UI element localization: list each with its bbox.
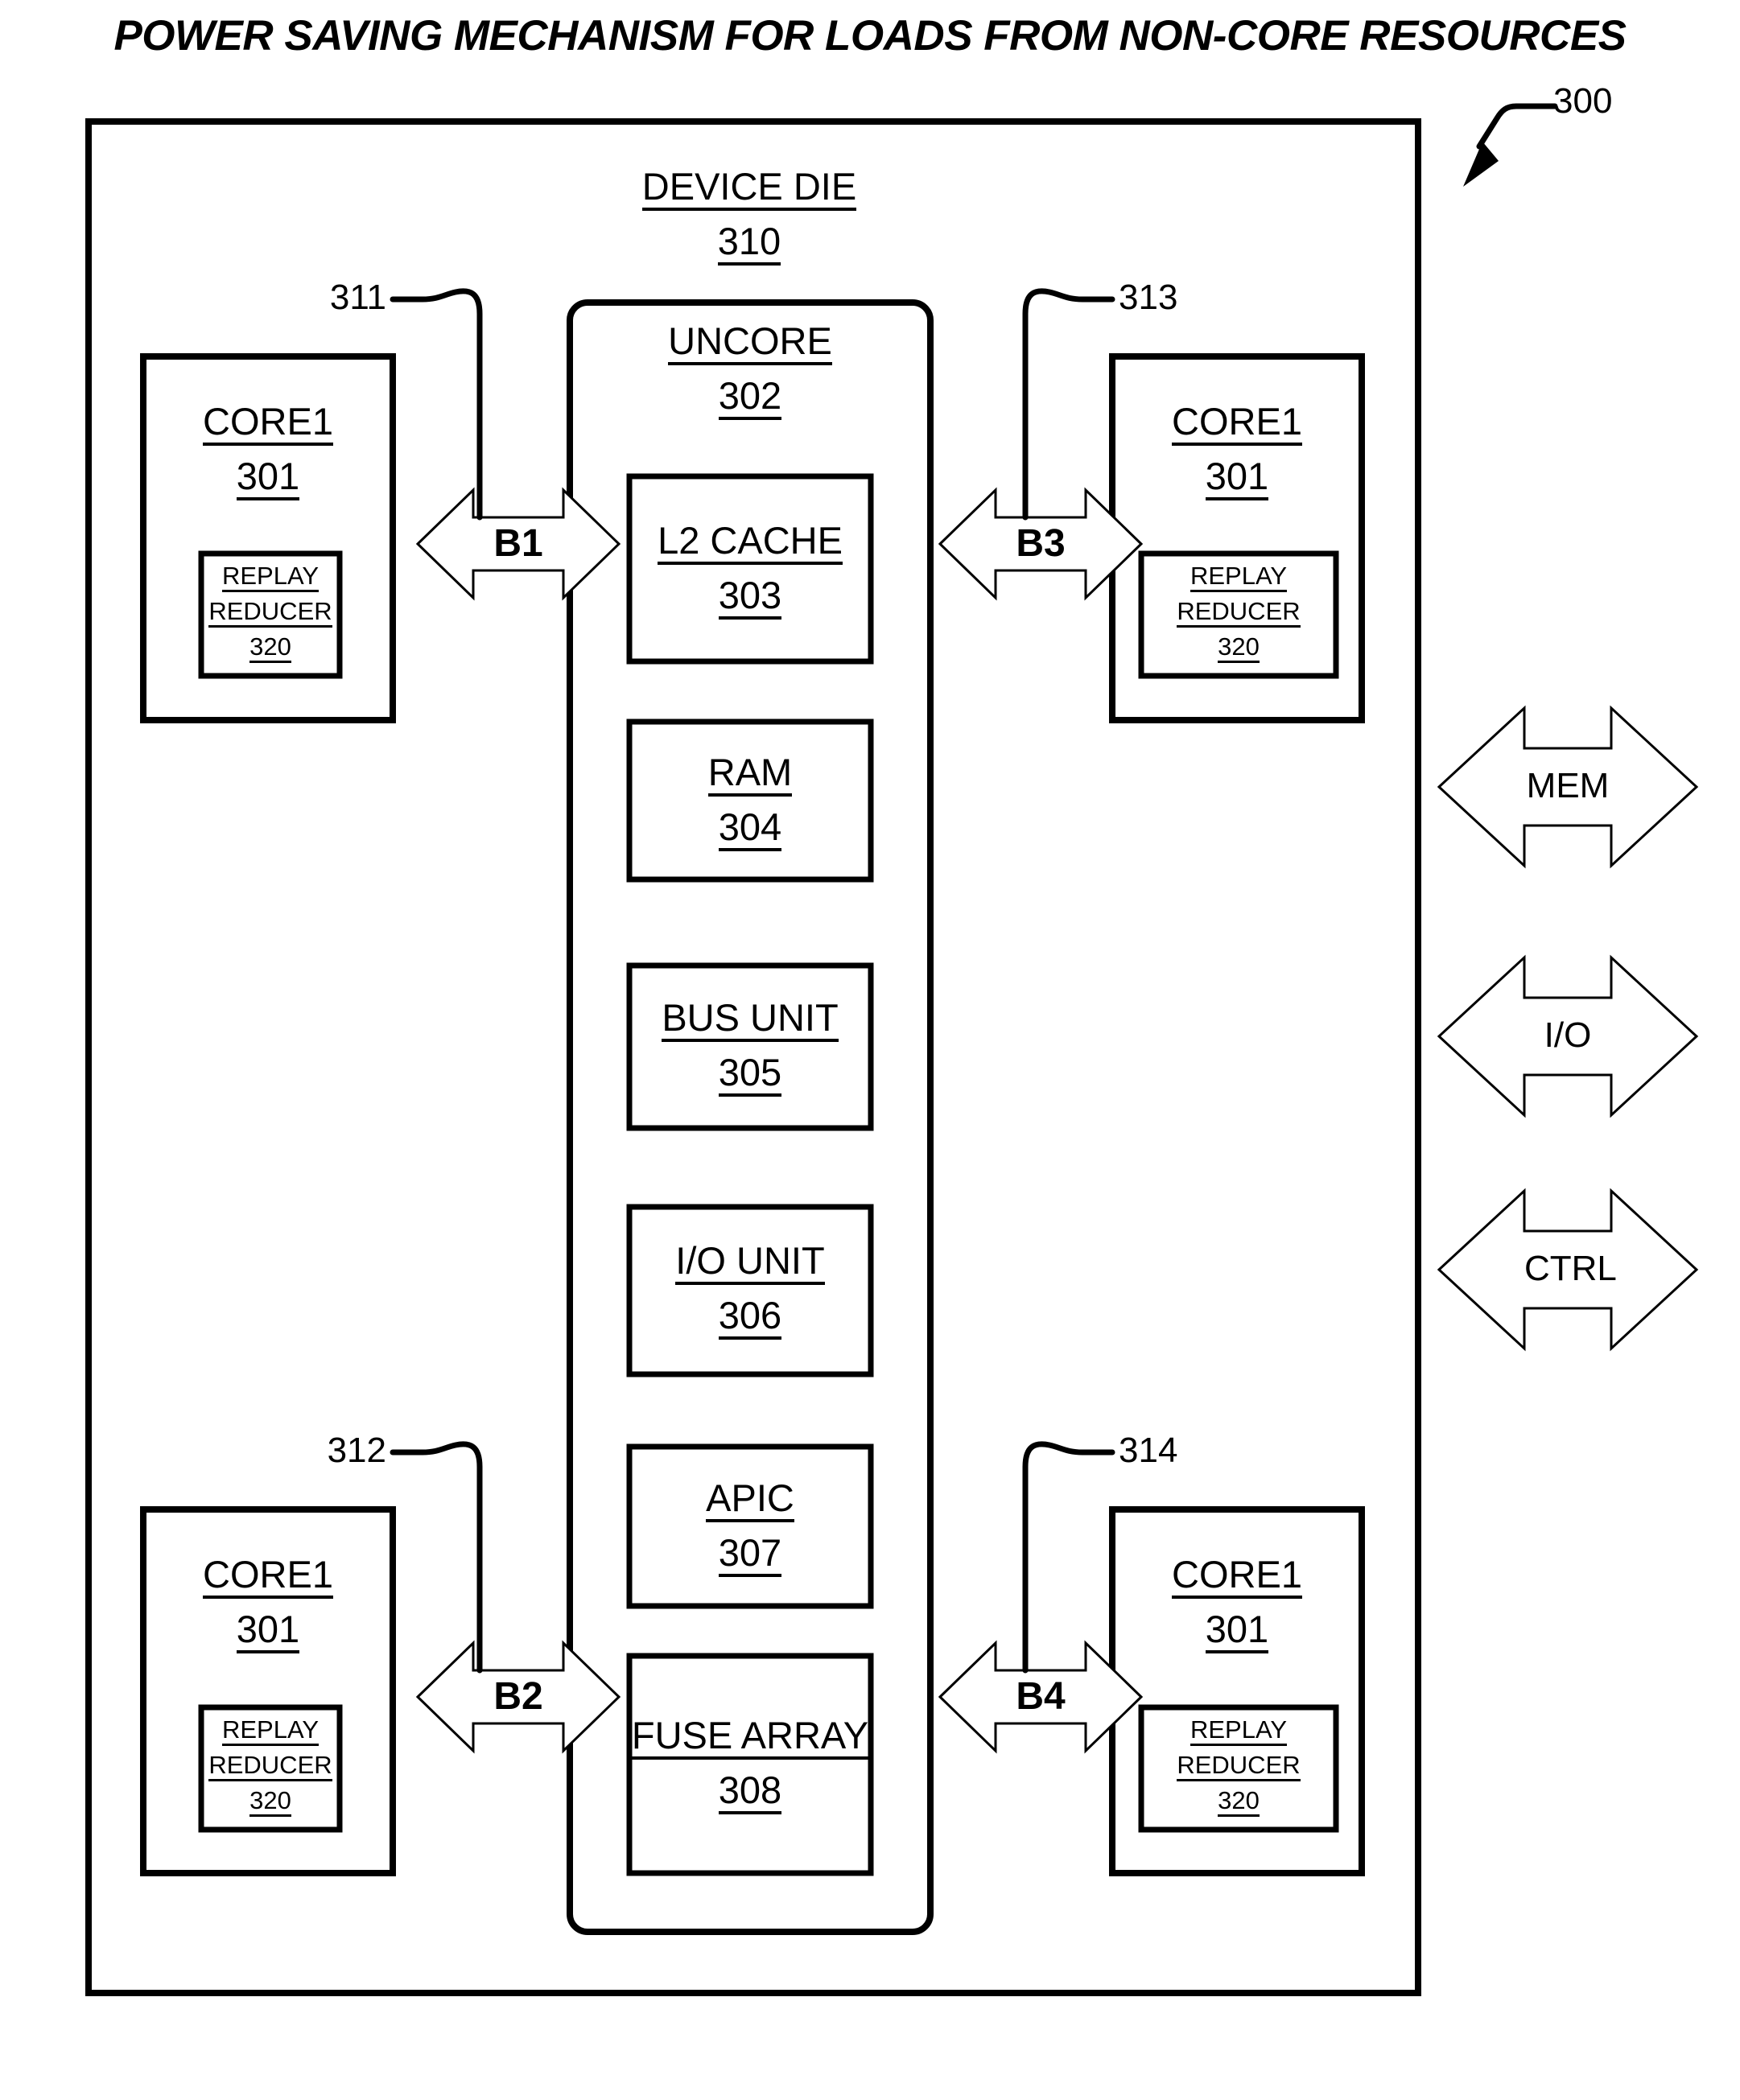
- bus-unit-label-group: BUS UNIT 305: [629, 999, 871, 1097]
- replay-line2-bottom-right: REDUCER: [1177, 1752, 1301, 1781]
- device-die-label: DEVICE DIE: [641, 167, 857, 211]
- bus-ref-312: 312: [327, 1431, 386, 1470]
- replay-reducer-text-bottom-right: REPLAY REDUCER 320: [1141, 1717, 1336, 1817]
- bus-label-b3: B3: [1016, 522, 1066, 565]
- l2-cache-label: L2 CACHE: [658, 521, 843, 565]
- bus-label-b4: B4: [1016, 1675, 1066, 1718]
- ref-leader-314: [1022, 1441, 1115, 1674]
- l2-cache-ref: 303: [718, 576, 782, 620]
- l2-cache-label-group: L2 CACHE 303: [629, 521, 871, 620]
- core-label-bottom-right: CORE1: [1172, 1555, 1302, 1599]
- bus-unit-ref: 305: [718, 1053, 782, 1097]
- core-label-bottom-left: CORE1: [203, 1555, 333, 1599]
- core-ref-bottom-left: 301: [236, 1610, 300, 1653]
- uncore-ref: 302: [718, 377, 782, 420]
- replay-line2-top-left: REDUCER: [208, 599, 332, 628]
- replay-reducer-text-bottom-left: REPLAY REDUCER 320: [201, 1717, 340, 1817]
- apic-label-group: APIC 307: [629, 1479, 871, 1577]
- ref-leader-312: [390, 1441, 483, 1674]
- replay-line1-bottom-left: REPLAY: [221, 1717, 320, 1746]
- bus-label-b2: B2: [493, 1675, 543, 1718]
- external-label-ctrl: CTRL: [1524, 1249, 1617, 1288]
- apic-label: APIC: [706, 1479, 794, 1522]
- replay-ref-top-left: 320: [249, 634, 291, 663]
- io-unit-label-group: I/O UNIT 306: [629, 1241, 871, 1340]
- apic-ref: 307: [718, 1534, 782, 1577]
- io-unit-ref: 306: [718, 1296, 782, 1340]
- core-header-top-right: CORE1 301: [1112, 402, 1362, 500]
- replay-ref-bottom-right: 320: [1218, 1788, 1260, 1817]
- device-die-header: DEVICE DIE 310: [548, 167, 950, 266]
- core-label-top-left: CORE1: [203, 402, 333, 446]
- external-label-io: I/O: [1544, 1015, 1592, 1055]
- figure-ref-300-leader: [1463, 103, 1558, 187]
- io-unit-label: I/O UNIT: [675, 1241, 825, 1285]
- replay-reducer-text-top-left: REPLAY REDUCER 320: [201, 563, 340, 663]
- core-label-top-right: CORE1: [1172, 402, 1302, 446]
- bus-unit-label: BUS UNIT: [662, 999, 839, 1042]
- ram-label-group: RAM 304: [629, 753, 871, 851]
- core-ref-bottom-right: 301: [1205, 1610, 1269, 1653]
- ref-leader-311: [390, 288, 483, 521]
- replay-line1-top-right: REPLAY: [1190, 563, 1288, 592]
- uncore-label: UNCORE: [668, 322, 832, 365]
- bus-ref-311: 311: [329, 278, 386, 317]
- fuse-array-label: FUSE ARRAY: [631, 1716, 869, 1760]
- ram-ref: 304: [718, 808, 782, 851]
- bus-ref-314: 314: [1119, 1431, 1178, 1470]
- replay-line1-top-left: REPLAY: [221, 563, 320, 592]
- fuse-array-label-group: FUSE ARRAY 308: [617, 1716, 883, 1814]
- core-header-top-left: CORE1 301: [143, 402, 393, 500]
- bus-label-b1: B1: [493, 522, 543, 565]
- core-ref-top-left: 301: [236, 457, 300, 500]
- ram-label: RAM: [707, 753, 793, 797]
- replay-line2-top-right: REDUCER: [1177, 599, 1301, 628]
- external-label-mem: MEM: [1526, 766, 1610, 805]
- uncore-header: UNCORE 302: [589, 322, 911, 420]
- replay-line2-bottom-left: REDUCER: [208, 1752, 332, 1781]
- device-die-ref: 310: [717, 222, 781, 266]
- ref-leader-313: [1022, 288, 1115, 521]
- core-ref-top-right: 301: [1205, 457, 1269, 500]
- replay-reducer-text-top-right: REPLAY REDUCER 320: [1141, 563, 1336, 663]
- replay-ref-top-right: 320: [1218, 634, 1260, 663]
- core-header-bottom-left: CORE1 301: [143, 1555, 393, 1653]
- fuse-array-ref: 308: [718, 1771, 782, 1814]
- replay-ref-bottom-left: 320: [249, 1788, 291, 1817]
- replay-line1-bottom-right: REPLAY: [1190, 1717, 1288, 1746]
- figure-ref-number: 300: [1553, 81, 1613, 121]
- core-header-bottom-right: CORE1 301: [1112, 1555, 1362, 1653]
- bus-ref-313: 313: [1119, 278, 1178, 317]
